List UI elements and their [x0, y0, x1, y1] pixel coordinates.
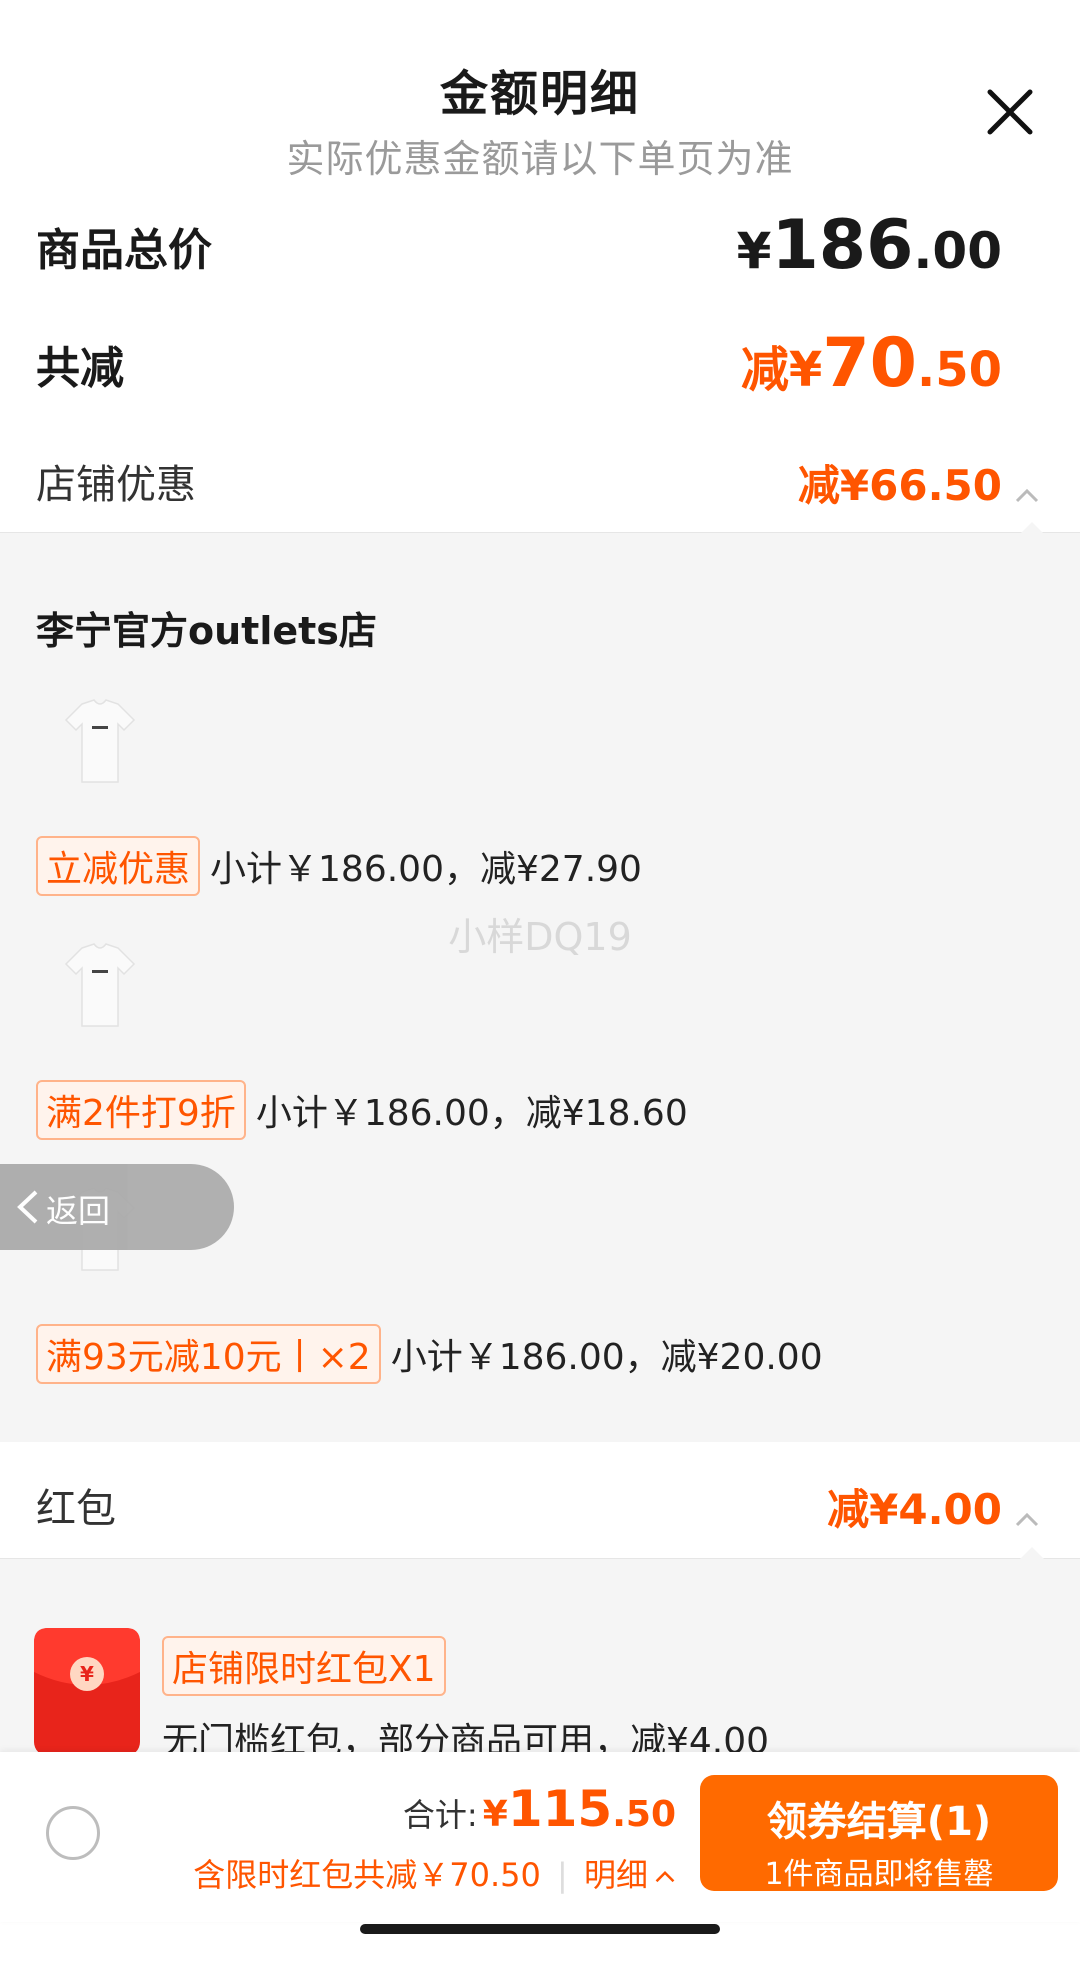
page-title: 金额明细: [439, 66, 640, 122]
shop-discount-panel: [0, 532, 1080, 1443]
bottom-note: 含限时红包共减￥70.50 | 明细: [193, 1850, 676, 1896]
back-button[interactable]: 返回: [0, 1164, 234, 1250]
store-name: 李宁官方outlets店: [36, 609, 377, 653]
checkout-button-label: 领券结算(1): [766, 1799, 992, 1845]
select-all-checkbox[interactable]: [46, 1806, 100, 1860]
red-packet-toggle[interactable]: 减¥4.00: [827, 1476, 1040, 1537]
total-reduce-label: 共减: [36, 343, 124, 394]
chevron-up-icon: [1014, 1507, 1040, 1533]
total-reduce-value: 减¥70.50: [740, 324, 1002, 403]
bottom-note-text: 含限时红包共减￥70.50: [193, 1856, 541, 1894]
chevron-left-icon: [17, 1190, 38, 1224]
discount-line-text: 小计￥186.00，减¥27.90: [210, 849, 642, 890]
page-subtitle: 实际优惠金额请以下单页为准: [286, 137, 794, 181]
product-thumbnail[interactable]: [52, 938, 148, 1034]
checkout-button-sub: 1件商品即将售罄: [764, 1857, 994, 1892]
back-button-label: 返回: [46, 1192, 111, 1230]
shop-discount-toggle[interactable]: 减¥66.50: [798, 452, 1040, 513]
chevron-up-icon: [655, 1870, 675, 1883]
total-price-value: ¥186.00: [736, 206, 1002, 285]
red-packet-label: 红包: [36, 1486, 116, 1532]
home-indicator: [360, 1924, 720, 1934]
bottom-total: 合计: ¥115.50: [402, 1780, 676, 1838]
watermark: 小样DQ19: [448, 915, 632, 959]
total-price-label: 商品总价: [36, 225, 212, 276]
discount-tag: 立减优惠: [36, 836, 201, 896]
discount-line-text: 小计￥186.00，减¥18.60: [255, 1093, 688, 1134]
close-icon: [987, 89, 1033, 135]
discount-line-1: 立减优惠 小计￥186.00，减¥27.90: [36, 836, 642, 896]
discount-line-text: 小计￥186.00，减¥20.00: [390, 1337, 823, 1378]
discount-line-2: 满2件打9折 小计￥186.00，减¥18.60: [36, 1080, 688, 1140]
close-button[interactable]: [982, 84, 1038, 140]
red-packet-item-tag-wrap: 店铺限时红包X1: [162, 1636, 446, 1696]
chevron-up-icon: [1014, 483, 1040, 509]
svg-text:¥: ¥: [80, 1662, 94, 1686]
panel-arrow: [1020, 522, 1044, 534]
shop-discount-label: 店铺优惠: [36, 462, 196, 508]
red-packet-icon: ¥: [34, 1628, 140, 1756]
red-packet-tag: 店铺限时红包X1: [162, 1636, 446, 1696]
detail-toggle[interactable]: 明细: [584, 1856, 676, 1894]
product-thumbnail[interactable]: [52, 694, 148, 790]
checkout-button[interactable]: 领券结算(1) 1件商品即将售罄: [700, 1775, 1058, 1892]
discount-tag: 满93元减10元丨×2: [36, 1324, 381, 1384]
panel-arrow: [1020, 1547, 1044, 1559]
discount-tag: 满2件打9折: [36, 1080, 246, 1140]
discount-line-3: 满93元减10元丨×2 小计￥186.00，减¥20.00: [36, 1324, 823, 1384]
